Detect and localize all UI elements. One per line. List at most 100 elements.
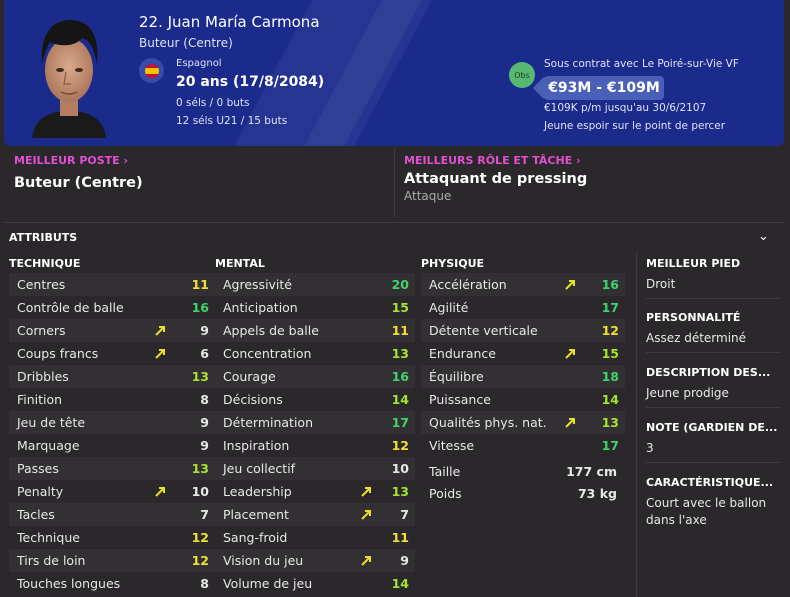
attribute-row[interactable]: Leadership 13 — [215, 480, 415, 503]
attribute-row[interactable]: Placement 7 — [215, 503, 415, 526]
attribute-value: 11 — [391, 530, 409, 545]
contract-wage: €109K p/m jusqu'au 30/6/2107 — [544, 102, 707, 114]
contract-club[interactable]: Sous contrat avec Le Poiré-sur-Vie VF — [544, 58, 739, 70]
media-description-value: Jeune prodige — [646, 386, 729, 400]
transfer-value-badge: €93M - €109M — [544, 76, 664, 100]
weight-label: Poids — [429, 486, 462, 501]
attribute-row[interactable]: Concentration 13 — [215, 342, 415, 365]
attribute-row[interactable]: Détermination 17 — [215, 411, 415, 434]
attribute-value: 12 — [191, 530, 209, 545]
player-age: 20 ans (17/8/2084) — [176, 74, 325, 90]
attribute-row[interactable]: Corners 9 — [9, 319, 215, 342]
personality-label: PERSONNALITÉ — [646, 311, 741, 324]
personality-value: Assez déterminé — [646, 331, 747, 345]
trend-arrow-icon — [361, 510, 371, 520]
attribute-row[interactable]: Puissance 14 — [421, 388, 625, 411]
attribute-row[interactable]: Volume de jeu 14 — [215, 572, 415, 595]
attribute-value: 13 — [601, 415, 619, 430]
attribute-row[interactable]: Endurance 15 — [421, 342, 625, 365]
attribute-row[interactable]: Équilibre 18 — [421, 365, 625, 388]
player-u21-caps: 12 séls U21 / 15 buts — [176, 115, 288, 127]
attribute-row[interactable]: Appels de balle 11 — [215, 319, 415, 342]
attribute-value: 13 — [191, 369, 209, 384]
attribute-row[interactable]: Coups francs 6 — [9, 342, 215, 365]
personality: PERSONNALITÉ Assez déterminé — [646, 311, 780, 347]
attribute-row[interactable]: Sang-froid 11 — [215, 526, 415, 549]
attribute-row[interactable]: Courage 16 — [215, 365, 415, 388]
attribute-row[interactable]: Passes 13 — [9, 457, 215, 480]
attribute-row[interactable]: Touches longues 8 — [9, 572, 215, 595]
attribute-value: 14 — [601, 392, 619, 407]
physical-attributes: Accélération 16 Agilité 17 Détente verticale… — [421, 273, 625, 457]
player-trait: CARACTÉRISTIQUE... Court avec le ballon … — [646, 476, 780, 529]
trend-arrow-icon — [155, 326, 165, 336]
attribute-row[interactable]: Dribbles 13 — [9, 365, 215, 388]
transfer-value: €93M - €109M — [548, 80, 660, 96]
technical-attributes: Centres 11 Contrôle de balle 16 Corners 9 Coup… — [9, 273, 215, 595]
goalkeeper-rating-value: 3 — [646, 441, 654, 455]
attribute-row[interactable]: Vision du jeu 9 — [215, 549, 415, 572]
attribute-row[interactable]: Tirs de loin 12 — [9, 549, 215, 572]
trend-arrow-icon — [361, 556, 371, 566]
attribute-value: 16 — [391, 369, 409, 384]
obs-badge[interactable]: Obs — [509, 62, 535, 88]
divider — [394, 148, 395, 218]
best-role-value: Attaquant de pressing — [404, 171, 588, 187]
trend-arrow-icon — [155, 487, 165, 497]
divider — [646, 352, 780, 353]
trend-arrow-icon — [361, 487, 371, 497]
attribute-row[interactable]: Marquage 9 — [9, 434, 215, 457]
attribute-row[interactable]: Jeu collectif 10 — [215, 457, 415, 480]
attribute-row[interactable]: Décisions 14 — [215, 388, 415, 411]
attribute-value: 17 — [601, 300, 619, 315]
attribute-row[interactable]: Technique 12 — [9, 526, 215, 549]
best-foot-label: MEILLEUR PIED — [646, 257, 741, 270]
height-value: 177 cm — [566, 464, 617, 479]
attributes-title: ATTRIBUTS — [9, 231, 78, 244]
attribute-value: 18 — [601, 369, 619, 384]
attribute-row[interactable]: Contrôle de balle 16 — [9, 296, 215, 319]
attribute-value: 9 — [200, 323, 209, 338]
chevron-down-icon[interactable]: ⌄ — [758, 229, 769, 244]
attribute-row[interactable]: Tacles 7 — [9, 503, 215, 526]
attribute-value: 16 — [601, 277, 619, 292]
nationality-flag-icon[interactable] — [139, 58, 164, 83]
attribute-row[interactable]: Centres 11 — [9, 273, 215, 296]
best-position-link[interactable]: MEILLEUR POSTE › — [14, 154, 128, 167]
attribute-row[interactable]: Jeu de tête 9 — [9, 411, 215, 434]
best-position-value: Buteur (Centre) — [14, 175, 143, 191]
attribute-row[interactable]: Agilité 17 — [421, 296, 625, 319]
player-name: 22. Juan María Carmona — [139, 13, 320, 31]
attribute-value: 13 — [391, 484, 409, 499]
best-duty-value: Attaque — [404, 189, 452, 203]
attribute-row[interactable]: Finition 8 — [9, 388, 215, 411]
player-nationality: Espagnol — [176, 58, 222, 69]
attribute-row[interactable]: Agressivité 20 — [215, 273, 415, 296]
attribute-row[interactable]: Anticipation 15 — [215, 296, 415, 319]
goalkeeper-rating-label: NOTE (GARDIEN DE... — [646, 421, 778, 434]
player-trait-value: Court avec le ballon dans l'axe — [646, 496, 767, 527]
attribute-value: 17 — [391, 415, 409, 430]
weight-value: 73 kg — [577, 486, 617, 501]
goalkeeper-rating: NOTE (GARDIEN DE... 3 — [646, 421, 780, 457]
best-role-link[interactable]: MEILLEURS RÔLE ET TÂCHE › — [404, 154, 581, 167]
player-trait-label: CARACTÉRISTIQUE... — [646, 476, 774, 489]
divider — [646, 407, 780, 408]
attribute-row[interactable]: Détente verticale 12 — [421, 319, 625, 342]
attribute-value: 15 — [601, 346, 619, 361]
attribute-value: 6 — [200, 346, 209, 361]
attribute-row[interactable]: Qualités phys. nat. 13 — [421, 411, 625, 434]
height-label: Taille — [429, 464, 461, 479]
attribute-value: 14 — [391, 392, 409, 407]
attribute-value: 17 — [601, 438, 619, 453]
attribute-row[interactable]: Vitesse 17 — [421, 434, 625, 457]
divider — [646, 298, 780, 299]
attribute-row[interactable]: Penalty 10 — [9, 480, 215, 503]
divider — [4, 222, 784, 223]
attribute-row[interactable]: Accélération 16 — [421, 273, 625, 296]
attribute-value: 9 — [400, 553, 409, 568]
attribute-value: 14 — [391, 576, 409, 591]
player-header: 22. Juan María Carmona Buteur (Centre) E… — [4, 0, 784, 146]
attribute-row[interactable]: Inspiration 12 — [215, 434, 415, 457]
media-description: DESCRIPTION DES... Jeune prodige — [646, 366, 780, 402]
